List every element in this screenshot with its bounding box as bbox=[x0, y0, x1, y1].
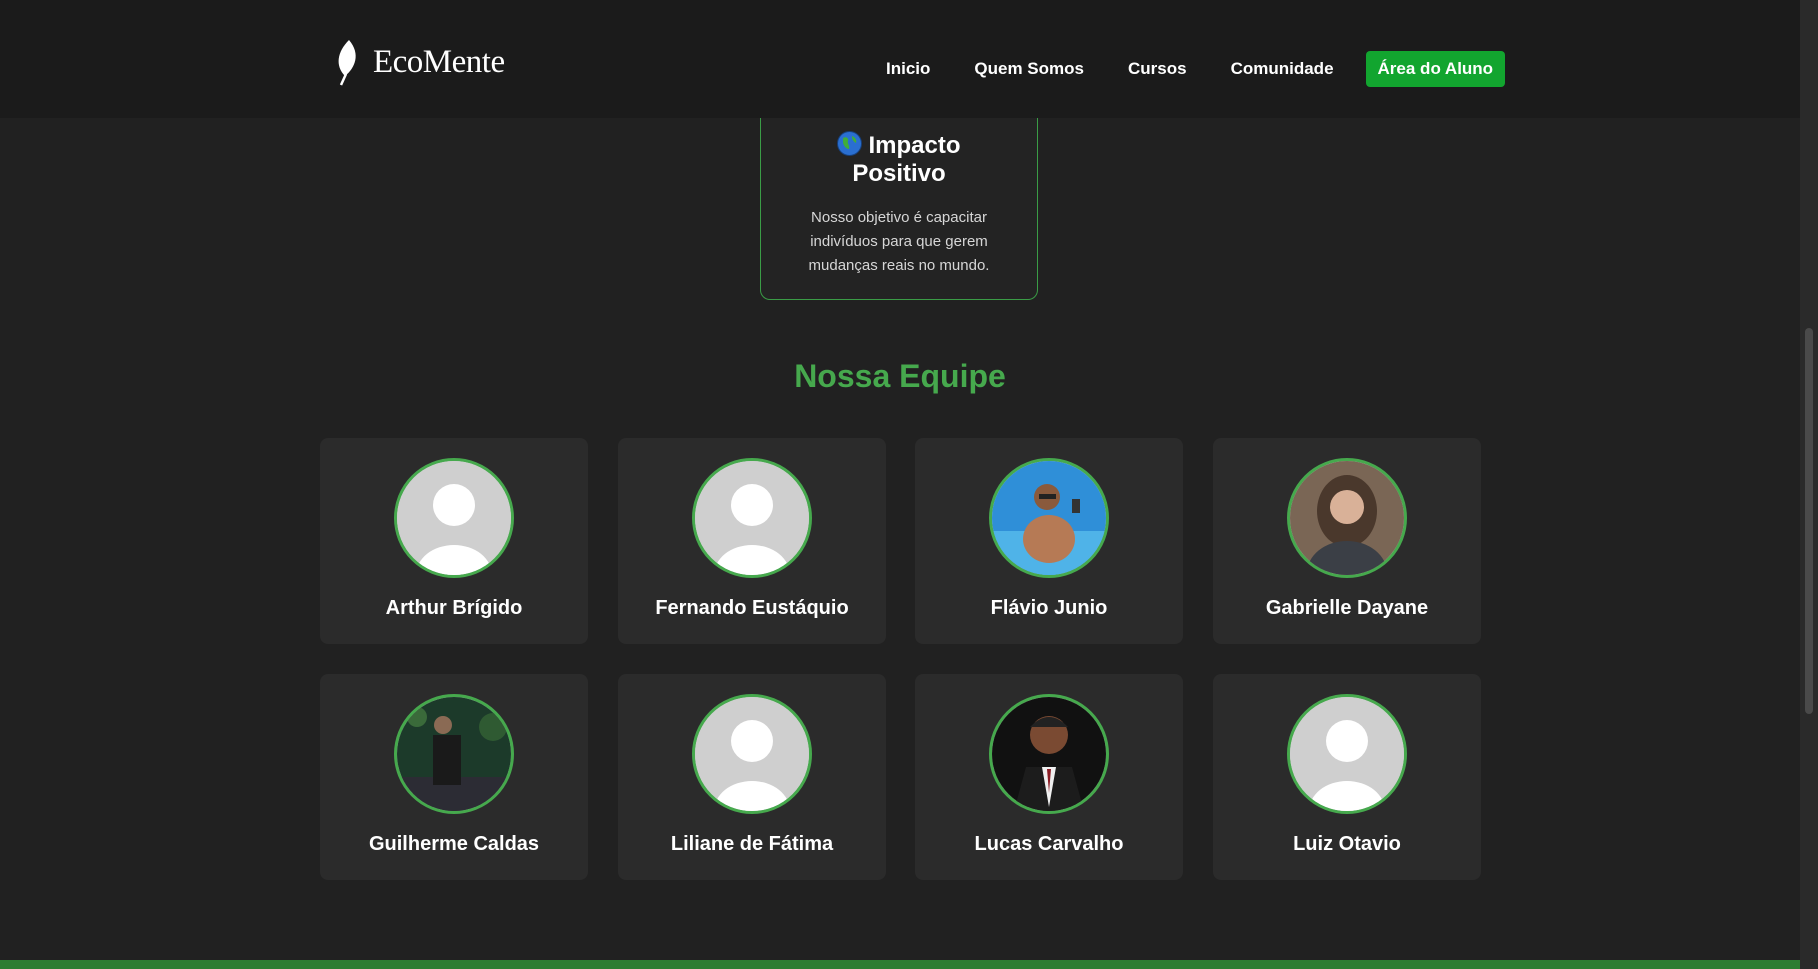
member-name: Fernando Eustáquio bbox=[655, 597, 849, 619]
team-member-card: Flávio Junio bbox=[915, 438, 1183, 644]
team-member-card: Luiz Otavio bbox=[1213, 674, 1481, 880]
avatar-photo bbox=[989, 694, 1109, 814]
impact-card: Impacto Positivo Nosso objetivo é capaci… bbox=[760, 100, 1038, 300]
team-member-card: Arthur Brígido bbox=[320, 438, 588, 644]
globe-icon bbox=[837, 131, 863, 156]
avatar-photo bbox=[1287, 458, 1407, 578]
team-member-card: Gabrielle Dayane bbox=[1213, 438, 1481, 644]
member-name: Guilherme Caldas bbox=[368, 833, 540, 855]
nav-quem-somos[interactable]: Quem Somos bbox=[974, 59, 1084, 79]
member-name: Arthur Brígido bbox=[385, 597, 523, 619]
scrollbar-thumb[interactable] bbox=[1805, 328, 1813, 714]
impact-title: Impacto Positivo bbox=[761, 131, 1037, 188]
nav-inicio[interactable]: Inicio bbox=[886, 59, 930, 79]
team-member-card: Fernando Eustáquio bbox=[618, 438, 886, 644]
leaf-icon bbox=[338, 40, 356, 86]
impact-description: Nosso objetivo é capacitar indivíduos pa… bbox=[808, 209, 990, 274]
avatar-placeholder bbox=[394, 458, 514, 578]
team-section-title: Nossa Equipe bbox=[794, 358, 1006, 394]
nav-comunidade[interactable]: Comunidade bbox=[1231, 59, 1334, 79]
team-member-card: Liliane de Fátima bbox=[618, 674, 886, 880]
avatar-placeholder bbox=[692, 458, 812, 578]
vertical-scrollbar[interactable] bbox=[1800, 0, 1818, 969]
avatar-placeholder bbox=[1287, 694, 1407, 814]
team-member-card: Guilherme Caldas bbox=[320, 674, 588, 880]
member-name: Flávio Junio bbox=[990, 597, 1108, 619]
avatar-photo bbox=[989, 458, 1109, 578]
team-member-card: Lucas Carvalho bbox=[915, 674, 1183, 880]
impact-title-text: Impacto Positivo bbox=[852, 132, 961, 187]
avatar-placeholder bbox=[692, 694, 812, 814]
member-name: Liliane de Fátima bbox=[670, 833, 834, 855]
area-do-aluno-button[interactable]: Área do Aluno bbox=[1365, 51, 1506, 87]
site-header: EcoMente Inicio Quem Somos Cursos Comuni… bbox=[0, 0, 1800, 118]
logo[interactable]: EcoMente bbox=[333, 38, 505, 86]
brand-name: EcoMente bbox=[373, 43, 505, 80]
member-name: Lucas Carvalho bbox=[974, 833, 1124, 855]
main-nav: Inicio Quem Somos Cursos Comunidade Área… bbox=[886, 51, 1506, 87]
avatar-photo bbox=[394, 694, 514, 814]
member-name: Gabrielle Dayane bbox=[1265, 597, 1429, 619]
nav-cursos[interactable]: Cursos bbox=[1128, 59, 1187, 79]
member-name: Luiz Otavio bbox=[1293, 833, 1401, 855]
footer-bar bbox=[0, 960, 1800, 969]
